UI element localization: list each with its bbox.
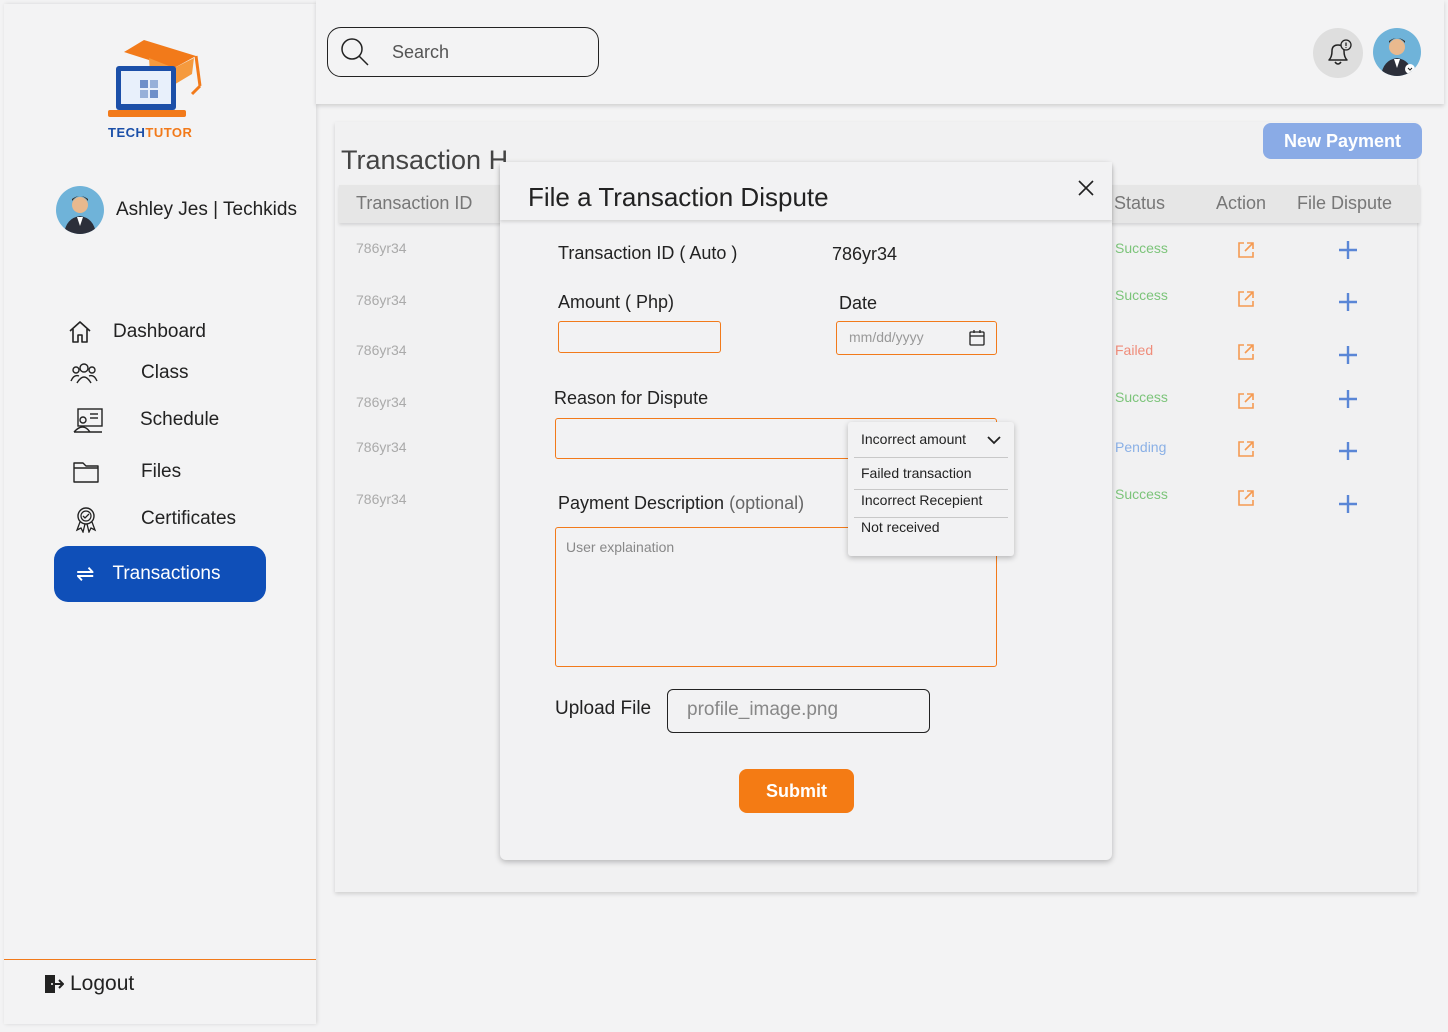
- divider: [854, 489, 1008, 490]
- status-cell: Success: [1115, 287, 1168, 303]
- nav-transactions[interactable]: ⇌ Transactions: [54, 546, 266, 602]
- plus-icon[interactable]: [1337, 344, 1359, 366]
- external-link-icon[interactable]: [1236, 488, 1256, 508]
- person-icon: [64, 196, 96, 234]
- search-input[interactable]: Search: [327, 27, 599, 77]
- date-field[interactable]: mm/dd/yyyy: [836, 321, 997, 355]
- nav-files[interactable]: Files: [72, 458, 181, 486]
- amount-label: Amount ( Php): [558, 292, 675, 312]
- logout-button[interactable]: Logout: [44, 972, 134, 996]
- nav-label: Schedule: [140, 409, 220, 430]
- transaction-id-cell: 786yr34: [356, 240, 407, 256]
- nav-label: Transactions: [112, 563, 221, 584]
- logout-icon: [45, 975, 64, 993]
- dropdown-selected[interactable]: Incorrect amount: [861, 431, 966, 447]
- upload-label: Upload File: [555, 698, 652, 719]
- upload-file-field[interactable]: profile_image.png: [667, 689, 930, 733]
- logout-label: Logout: [70, 972, 135, 995]
- modal-title: File a Transaction Dispute: [528, 182, 829, 212]
- plus-icon[interactable]: [1337, 440, 1359, 462]
- nav-dashboard[interactable]: Dashboard: [66, 318, 206, 346]
- user-name: Ashley Jes | Techkids: [116, 199, 297, 220]
- person-icon: [1381, 38, 1415, 76]
- transaction-id-cell: 786yr34: [356, 491, 407, 507]
- home-icon: [69, 321, 91, 343]
- nav-label: Certificates: [141, 508, 237, 529]
- plus-icon[interactable]: [1337, 239, 1359, 261]
- plus-icon[interactable]: [1337, 493, 1359, 515]
- presentation-icon: [73, 408, 103, 433]
- profile-avatar[interactable]: [1373, 28, 1421, 76]
- sidebar: TECHTUTOR Ashley Jes | Techkids Dashboar…: [4, 4, 316, 1024]
- column-header: Action: [1216, 193, 1267, 213]
- page-title: Transaction H: [341, 145, 509, 175]
- bell-icon: [1328, 39, 1352, 65]
- new-payment-button[interactable]: New Payment: [1263, 123, 1422, 159]
- nav-class[interactable]: Class: [70, 359, 189, 387]
- amount-field[interactable]: [558, 321, 721, 353]
- brand-name: TECHTUTOR: [108, 125, 193, 140]
- plus-icon[interactable]: [1337, 291, 1359, 313]
- transaction-id-cell: 786yr34: [356, 439, 407, 455]
- external-link-icon[interactable]: [1236, 240, 1256, 260]
- nav-certificates[interactable]: Certificates: [72, 505, 236, 533]
- divider: [854, 517, 1008, 518]
- status-cell: Failed: [1115, 342, 1154, 358]
- avatar: [56, 186, 104, 234]
- nav-label: Dashboard: [113, 321, 206, 342]
- nav-schedule[interactable]: Schedule: [72, 406, 219, 434]
- submit-button[interactable]: Submit: [739, 769, 854, 813]
- top-bar: Search: [316, 0, 1444, 104]
- transaction-id-cell: 786yr34: [356, 342, 407, 358]
- transaction-id-label: Transaction ID ( Auto ): [558, 243, 738, 263]
- description-label: Payment Description (optional): [558, 493, 805, 513]
- dropdown-option[interactable]: Incorrect Recepient: [861, 492, 982, 508]
- status-cell: Success: [1115, 240, 1168, 256]
- date-label: Date: [839, 293, 878, 313]
- nav-label: Class: [141, 362, 189, 383]
- column-header: Transaction ID: [356, 193, 473, 213]
- notification-button[interactable]: [1313, 28, 1363, 78]
- dropdown-option[interactable]: Not received: [861, 519, 940, 535]
- modal-header: File a Transaction Dispute: [500, 162, 1112, 220]
- status-cell: Pending: [1115, 439, 1167, 455]
- upload-filename: profile_image.png: [687, 699, 839, 720]
- search-icon: [341, 38, 369, 66]
- dropdown-option[interactable]: Failed transaction: [861, 465, 972, 481]
- transaction-id-cell: 786yr34: [356, 292, 407, 308]
- plus-icon[interactable]: [1337, 388, 1359, 410]
- status-cell: Success: [1115, 389, 1168, 405]
- description-placeholder: User explaination: [566, 539, 675, 555]
- column-header: Status: [1114, 193, 1166, 213]
- divider: [854, 457, 1008, 458]
- close-icon[interactable]: [1076, 178, 1096, 198]
- user-profile[interactable]: Ashley Jes | Techkids: [56, 186, 297, 234]
- external-link-icon[interactable]: [1236, 342, 1256, 362]
- transfer-icon: ⇌: [76, 561, 95, 586]
- external-link-icon[interactable]: [1236, 289, 1256, 309]
- nav-label: Files: [141, 461, 182, 482]
- external-link-icon[interactable]: [1236, 439, 1256, 459]
- reason-dropdown: Incorrect amount Failed transaction Inco…: [848, 422, 1014, 556]
- transaction-id-value: 786yr34: [832, 244, 898, 264]
- external-link-icon[interactable]: [1236, 391, 1256, 411]
- status-cell: Success: [1115, 486, 1168, 502]
- search-placeholder: Search: [392, 41, 450, 62]
- chevron-down-icon[interactable]: [986, 432, 1002, 448]
- divider: [4, 959, 316, 960]
- transaction-id-cell: 786yr34: [356, 394, 407, 410]
- certificate-icon: [75, 507, 97, 533]
- calendar-icon[interactable]: [968, 329, 986, 347]
- group-icon: [70, 363, 98, 384]
- date-placeholder: mm/dd/yyyy: [849, 329, 924, 345]
- column-header: File Dispute: [1297, 193, 1393, 213]
- folder-icon: [73, 462, 99, 483]
- reason-label: Reason for Dispute: [554, 388, 709, 408]
